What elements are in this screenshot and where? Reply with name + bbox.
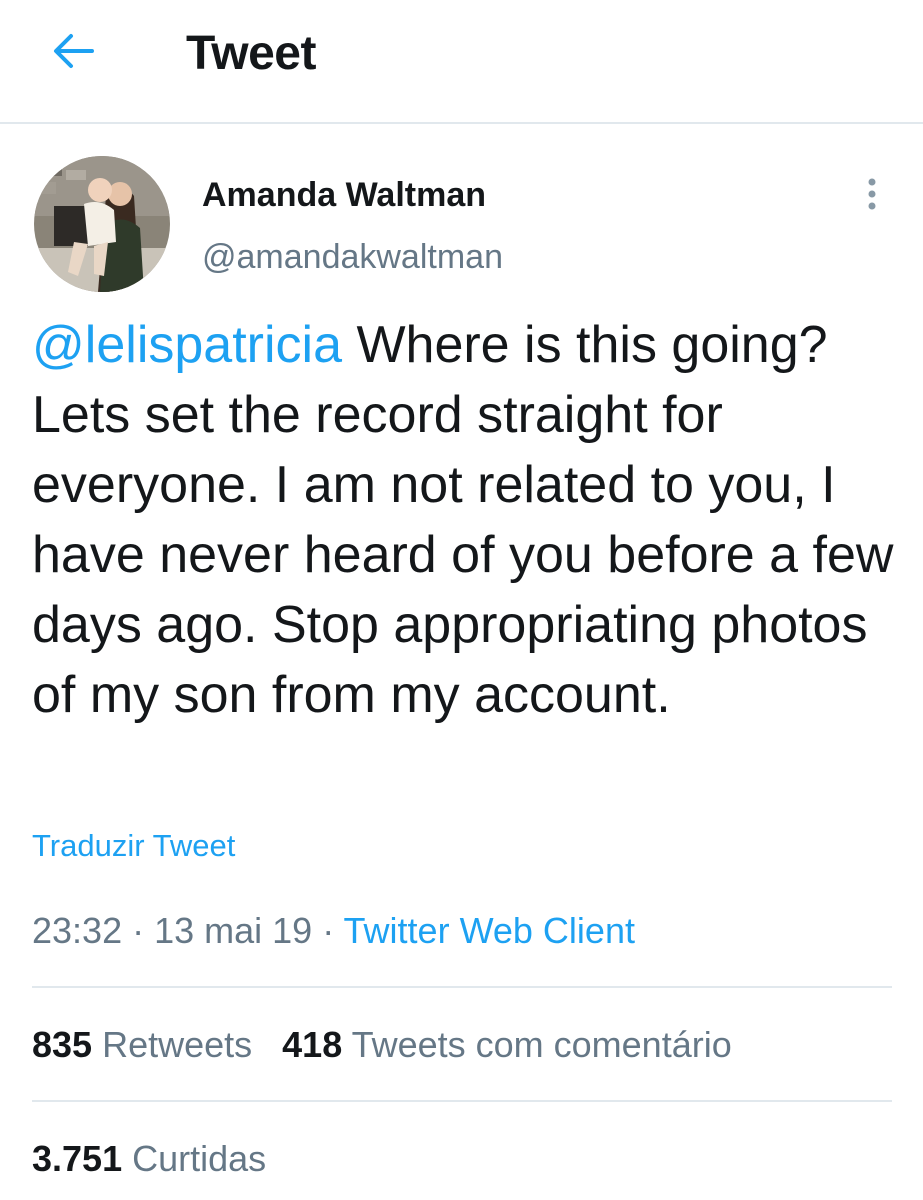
tweet-date[interactable]: 13 mai 19 (154, 910, 312, 951)
arrow-left-icon (52, 33, 94, 74)
translate-tweet-link[interactable]: Traduzir Tweet (32, 828, 235, 864)
quotes-stat[interactable]: 418 Tweets com comentário (282, 1024, 732, 1065)
meta-separator: · (312, 910, 344, 951)
author-name[interactable]: Amanda Waltman (202, 176, 486, 215)
tweet-text: @lelispatricia Where is this going? Lets… (32, 310, 902, 730)
divider (32, 986, 892, 988)
retweets-label: Retweets (92, 1024, 253, 1065)
mention-link[interactable]: @lelispatricia (32, 316, 342, 374)
meta-separator: · (122, 910, 155, 951)
avatar[interactable] (34, 156, 170, 292)
quotes-count: 418 (282, 1024, 343, 1065)
tweet-time[interactable]: 23:32 (32, 910, 122, 951)
page-title: Tweet (186, 27, 316, 80)
more-options-button[interactable] (852, 176, 892, 216)
likes-count: 3.751 (32, 1138, 123, 1179)
retweets-stat[interactable]: 835 Retweets (32, 1024, 252, 1065)
divider (32, 1100, 892, 1102)
retweets-count: 835 (32, 1024, 93, 1065)
tweet-body: Where is this going? Lets set the record… (32, 316, 894, 724)
tweet-meta: 23:32 · 13 mai 19 · Twitter Web Client (32, 910, 635, 952)
author-handle[interactable]: @amandakwaltman (202, 238, 503, 277)
likes-stat[interactable]: 3.751 Curtidas (32, 1138, 266, 1180)
quotes-label: Tweets com comentário (342, 1024, 732, 1065)
back-button[interactable] (40, 24, 106, 82)
more-vertical-icon (866, 176, 878, 217)
engagement-stats: 835 Retweets 418 Tweets com comentário (32, 1024, 762, 1066)
tweet-client[interactable]: Twitter Web Client (344, 910, 635, 951)
top-bar: Tweet (0, 0, 923, 124)
likes-label: Curtidas (122, 1138, 267, 1179)
